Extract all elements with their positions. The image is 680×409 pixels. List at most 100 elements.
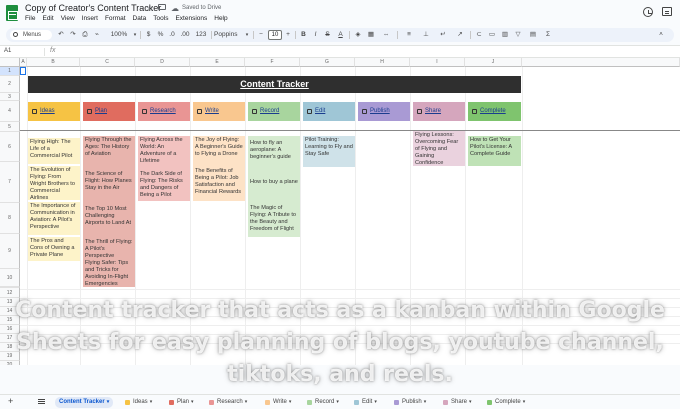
undo-icon[interactable]: ↶ [56,28,66,42]
card-record-1[interactable]: How to fly an aeroplane: A beginner's gu… [248,139,300,161]
sheets-logo-icon[interactable] [6,5,18,21]
column-header-b[interactable]: B [27,58,80,67]
name-box[interactable]: A1 [4,48,11,54]
menu-view[interactable]: View [61,15,75,22]
zoom-caret-icon[interactable]: ▾ [132,28,138,42]
tab-content-tracker[interactable]: Content Tracker ▾ [55,397,114,408]
insert-comment-icon[interactable]: ▭ [487,28,497,42]
menu-tools[interactable]: Tools [153,15,168,22]
row-header-19[interactable]: 19 [0,352,20,361]
row-header-14[interactable]: 14 [0,307,20,316]
stage-header-record[interactable]: Record [248,102,300,121]
menu-file[interactable]: File [25,15,35,22]
row-header-16[interactable]: 16 [0,325,20,334]
star-icon[interactable]: ☆ [146,3,154,14]
stage-header-write[interactable]: Write [193,102,245,121]
row-header-3[interactable]: 3 [0,93,20,101]
menu-extensions[interactable]: Extensions [175,15,207,22]
card-record-2[interactable]: How to buy a plane [248,178,300,194]
card-write-1[interactable]: The Joy of Flying: A Beginner's Guide to… [193,136,245,163]
tab-record[interactable]: Record ▾ [305,397,339,408]
row-header-9[interactable]: 9 [0,234,20,269]
column-header-j[interactable]: J [465,58,522,67]
row-header-5[interactable]: 5 [0,122,20,132]
version-history-icon[interactable] [643,7,653,17]
percent-format-button[interactable]: % [156,28,165,42]
filter-views-icon[interactable]: ▤ [526,28,540,42]
row-header-18[interactable]: 18 [0,343,20,352]
add-sheet-icon[interactable]: + [8,396,13,406]
tab-write[interactable]: Write ▾ [263,397,291,408]
row-header-1[interactable]: 1 [0,67,20,76]
all-sheets-icon[interactable] [38,399,45,404]
card-ideas-2[interactable]: The Evolution of Flying: From Wright Bro… [28,166,80,201]
move-folder-icon[interactable] [158,4,166,10]
column-header-d[interactable]: D [135,58,190,67]
number-format-button[interactable]: 123 [194,28,208,42]
card-plan-1[interactable]: Flying Through the Ages: The History of … [83,136,135,163]
document-title[interactable]: Copy of Creator's Content Tracker [25,3,161,13]
bold-button[interactable]: B [299,28,308,42]
card-edit-1[interactable]: Pilot Training: Learning to Fly and Stay… [303,136,355,167]
card-research-1[interactable]: Flying Across the World: An Adventure of… [138,136,190,164]
print-icon[interactable]: ⎙ [80,28,90,42]
filter-icon[interactable]: ▽ [513,28,523,42]
zoom-select[interactable]: 100% [106,28,132,42]
card-complete-1[interactable]: How to Get Your Pilot's License: A Compl… [468,136,521,166]
column-header-a[interactable]: A [20,58,27,67]
card-research-2[interactable]: The Dark Side of Flying: The Risks and D… [138,170,190,200]
horizontal-align-icon[interactable]: ≡ [402,28,416,42]
card-ideas-3[interactable]: The Importance of Communication in Aviat… [28,202,80,235]
row-header-20[interactable]: 20 [0,361,20,365]
column-header-e[interactable]: E [190,58,245,67]
stage-header-complete[interactable]: Complete [468,102,521,121]
column-header-g[interactable]: G [300,58,355,67]
row-header-13[interactable]: 13 [0,298,20,307]
paint-format-icon[interactable]: ⌁ [92,28,102,42]
text-color-button[interactable]: A [336,28,345,42]
stage-header-share[interactable]: Share [413,102,465,121]
text-rotation-icon[interactable]: ↗ [453,28,467,42]
decrease-decimal-button[interactable]: .0 [167,28,177,42]
tab-edit[interactable]: Edit ▾ [352,397,377,408]
stage-header-edit[interactable]: Edit [303,102,355,121]
row-header-7[interactable]: 7 [0,162,20,203]
card-write-2[interactable]: The Benefits of Being a Pilot: Job Satis… [193,167,245,200]
menu-format[interactable]: Format [105,15,126,22]
card-ideas-4[interactable]: The Pros and Cons of Owning a Private Pl… [28,237,80,261]
stage-header-publish[interactable]: Publish [358,102,410,121]
tab-plan[interactable]: Plan ▾ [167,397,194,408]
row-header-15[interactable]: 15 [0,316,20,325]
selected-cell-a1[interactable] [20,67,26,75]
tab-complete[interactable]: Complete ▾ [485,397,525,408]
column-header-f[interactable]: F [245,58,300,67]
menu-data[interactable]: Data [133,15,147,22]
insert-chart-icon[interactable]: ▥ [500,28,510,42]
strikethrough-button[interactable]: S [323,28,332,42]
font-size-decrease-button[interactable]: − [257,28,265,42]
row-header-2[interactable]: 2 [0,76,20,93]
tab-ideas[interactable]: Ideas ▾ [123,397,152,408]
comments-icon[interactable] [662,7,672,16]
card-ideas-1[interactable]: Flying High: The Life of a Commercial Pi… [28,138,80,164]
stage-header-plan[interactable]: Plan [83,102,135,121]
merge-cells-icon[interactable]: ⇔ [379,28,393,42]
row-header-6[interactable]: 6 [0,132,20,162]
card-plan-5[interactable]: Flying Safer: Tips and Tricks for Avoidi… [83,259,135,287]
sheet-grid[interactable]: A B C D E F G H I J 1 2 3 4 5 6 7 8 9 10… [0,58,680,365]
increase-decimal-button[interactable]: .00 [178,28,192,42]
tab-research[interactable]: Research ▾ [207,397,247,408]
collapse-toolbar-icon[interactable]: ˄ [656,28,666,42]
tab-publish[interactable]: Publish ▾ [392,397,426,408]
font-size-increase-button[interactable]: + [284,28,292,42]
text-wrapping-icon[interactable]: ↵ [436,28,450,42]
card-plan-2[interactable]: The Science of Flight: How Planes Stay i… [83,170,135,198]
menu-help[interactable]: Help [214,15,227,22]
card-share-1[interactable]: Flying Lessons: Overcoming Fear of Flyin… [413,131,465,166]
card-plan-4[interactable]: The Thrill of Flying: A Pilot's Perspect… [83,238,135,259]
card-record-3[interactable]: The Magic of Flying: A Tribute to the Be… [248,204,300,236]
column-header-h[interactable]: H [355,58,410,67]
stage-header-research[interactable]: Research [138,102,190,121]
row-header-17[interactable]: 17 [0,334,20,343]
card-plan-3[interactable]: The Top 10 Most Challenging Airports to … [83,205,135,231]
